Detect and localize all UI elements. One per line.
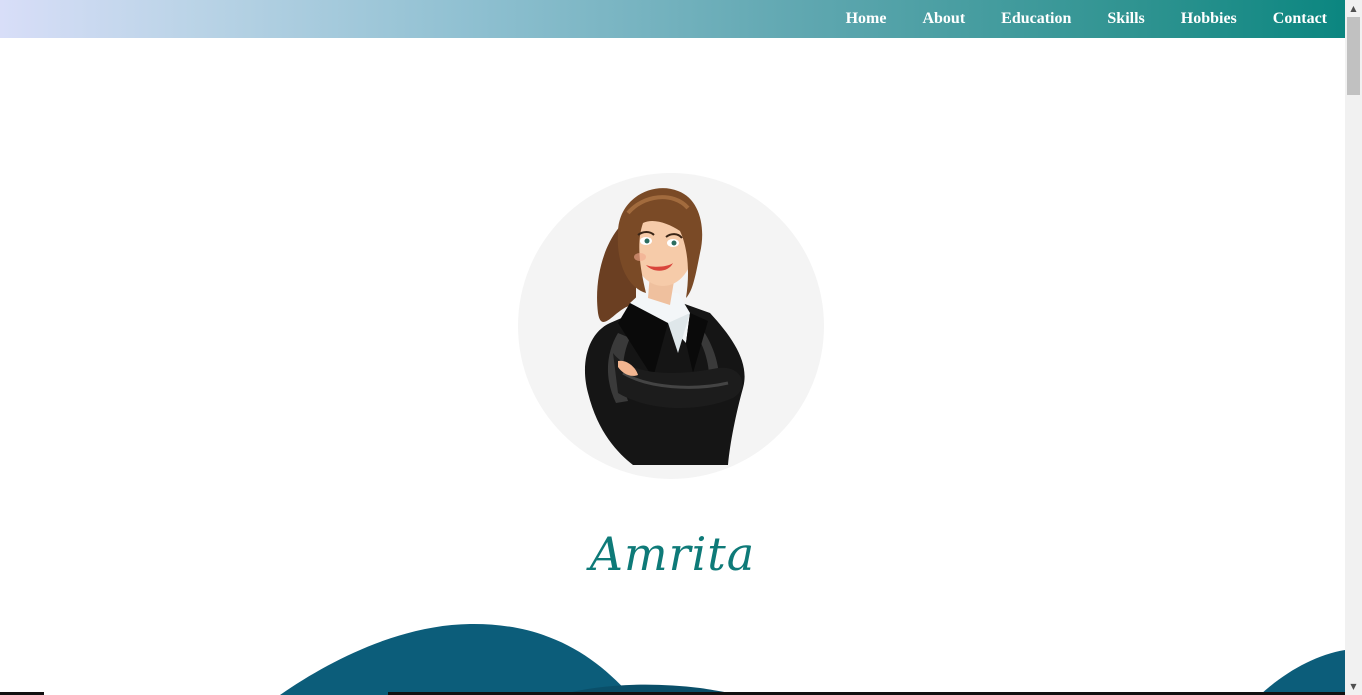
nav-contact-link[interactable]: Contact [1273, 0, 1327, 38]
chevron-down-icon[interactable]: ▼ [1345, 678, 1362, 695]
nav-links: Home About Education Skills Hobbies Cont… [846, 0, 1345, 38]
main-content: Home About Education Skills Hobbies Cont… [0, 0, 1345, 695]
chevron-up-icon[interactable]: ▲ [1345, 0, 1362, 17]
nav-about-link[interactable]: About [922, 0, 965, 38]
top-navbar: Home About Education Skills Hobbies Cont… [0, 0, 1345, 38]
vertical-scrollbar[interactable]: ▲ ▼ [1345, 0, 1362, 695]
nav-hobbies-link[interactable]: Hobbies [1181, 0, 1237, 38]
page: Home About Education Skills Hobbies Cont… [0, 0, 1362, 695]
businesswoman-avatar-icon [584, 188, 745, 465]
scrollbar-thumb[interactable] [1347, 17, 1360, 95]
nav-home-link[interactable]: Home [846, 0, 887, 38]
nav-skills-link[interactable]: Skills [1107, 0, 1144, 38]
profile-avatar [518, 173, 824, 479]
nav-education-link[interactable]: Education [1001, 0, 1071, 38]
decorative-wave [0, 623, 1345, 695]
profile-name: Amrita [589, 527, 756, 581]
